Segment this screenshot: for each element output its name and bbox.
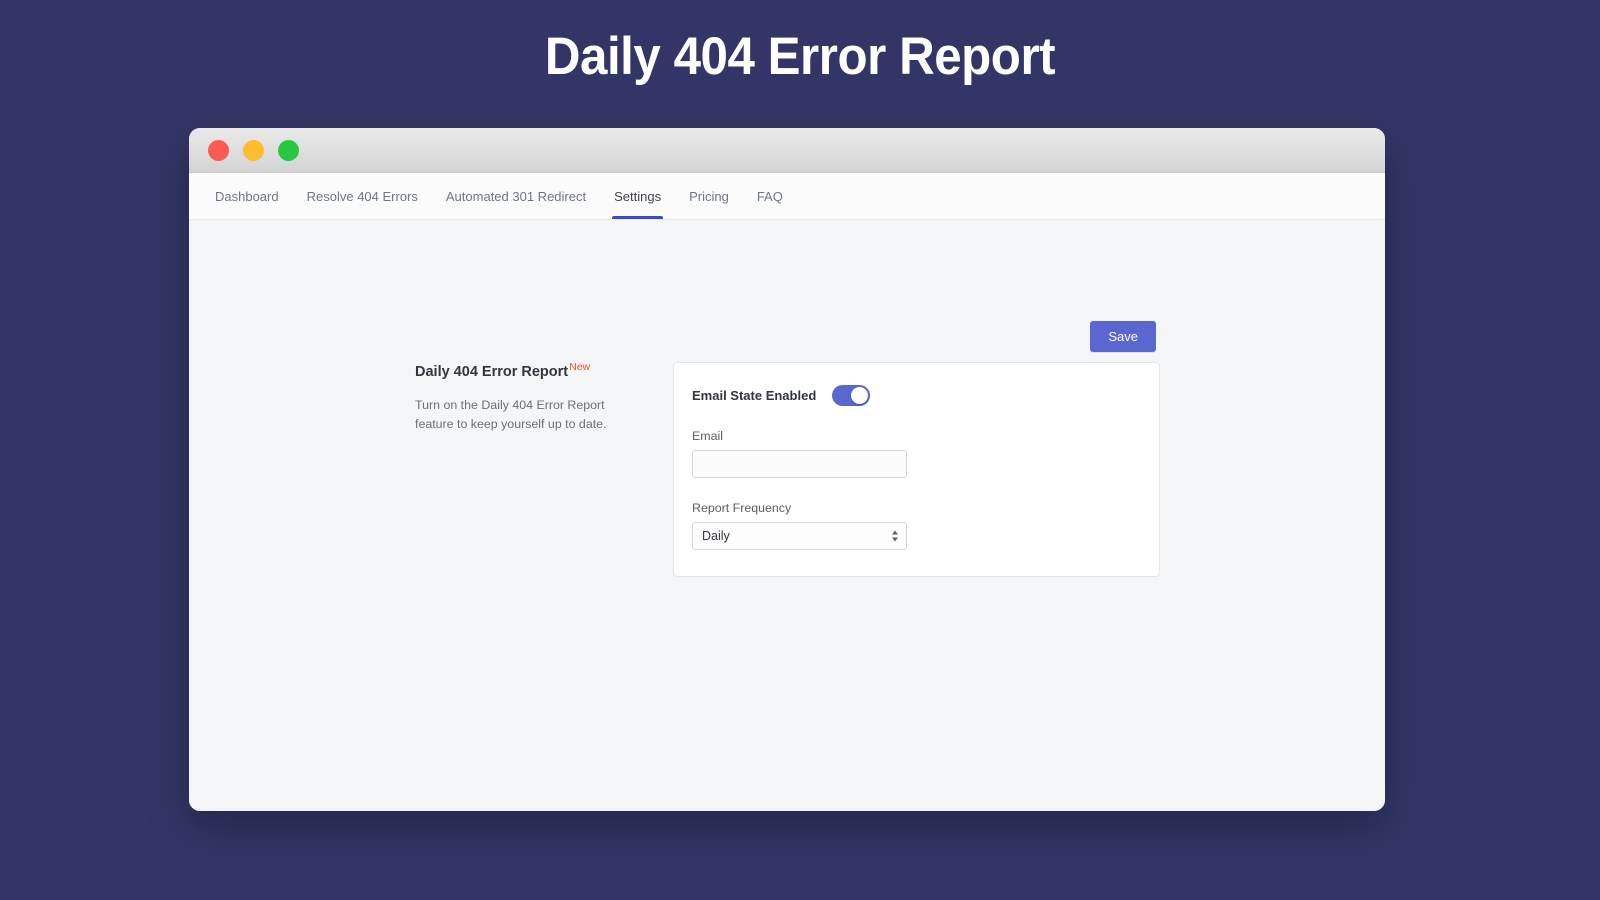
save-button[interactable]: Save bbox=[1090, 321, 1156, 352]
nav-item-dashboard[interactable]: Dashboard bbox=[201, 173, 293, 219]
settings-description-column: Daily 404 Error ReportNew Turn on the Da… bbox=[415, 361, 673, 577]
report-frequency-field-group: Report Frequency Daily bbox=[692, 501, 1159, 550]
nav-item-automated-301-redirect[interactable]: Automated 301 Redirect bbox=[432, 173, 600, 219]
email-state-toggle-row: Email State Enabled bbox=[692, 385, 1159, 406]
toggle-knob bbox=[851, 387, 869, 404]
email-state-label: Email State Enabled bbox=[692, 388, 817, 403]
settings-section: Daily 404 Error ReportNew Turn on the Da… bbox=[415, 361, 1160, 577]
nav-label: Settings bbox=[614, 188, 662, 204]
save-button-container: Save bbox=[1090, 321, 1156, 352]
report-frequency-value: Daily bbox=[702, 529, 730, 543]
close-window-icon[interactable] bbox=[208, 139, 229, 161]
nav-item-settings[interactable]: Settings bbox=[600, 173, 675, 219]
section-title: Daily 404 Error ReportNew bbox=[415, 361, 591, 381]
maximize-window-icon[interactable] bbox=[278, 139, 299, 161]
minimize-window-icon[interactable] bbox=[243, 139, 264, 161]
new-badge: New bbox=[569, 361, 591, 373]
nav-item-resolve-404-errors[interactable]: Resolve 404 Errors bbox=[293, 173, 432, 219]
email-state-toggle[interactable] bbox=[832, 385, 871, 406]
daily-report-settings-card: Email State Enabled Email Report Frequen… bbox=[673, 362, 1160, 577]
nav-label: FAQ bbox=[756, 188, 783, 204]
nav-label: Pricing bbox=[689, 188, 729, 204]
report-frequency-select[interactable]: Daily bbox=[692, 522, 907, 550]
report-frequency-select-wrap: Daily bbox=[692, 522, 907, 550]
report-frequency-label: Report Frequency bbox=[692, 501, 792, 515]
nav-label: Dashboard bbox=[215, 188, 279, 204]
email-field-group: Email bbox=[692, 429, 1159, 478]
nav-label: Automated 301 Redirect bbox=[445, 188, 587, 204]
traffic-lights bbox=[208, 139, 299, 161]
window-titlebar bbox=[189, 128, 1385, 173]
email-input[interactable] bbox=[692, 450, 907, 478]
main-navigation: Dashboard Resolve 404 Errors Automated 3… bbox=[189, 173, 1385, 220]
browser-window: Dashboard Resolve 404 Errors Automated 3… bbox=[189, 128, 1385, 811]
nav-item-pricing[interactable]: Pricing bbox=[675, 173, 743, 219]
page-title: Daily 404 Error Report bbox=[544, 27, 1056, 86]
section-description: Turn on the Daily 404 Error Report featu… bbox=[415, 397, 607, 432]
nav-item-faq[interactable]: FAQ bbox=[743, 173, 797, 219]
settings-content: Save Daily 404 Error ReportNew Turn on t… bbox=[189, 220, 1385, 811]
section-title-text: Daily 404 Error Report bbox=[415, 363, 569, 380]
nav-label: Resolve 404 Errors bbox=[306, 188, 418, 204]
email-field-label: Email bbox=[692, 429, 723, 443]
